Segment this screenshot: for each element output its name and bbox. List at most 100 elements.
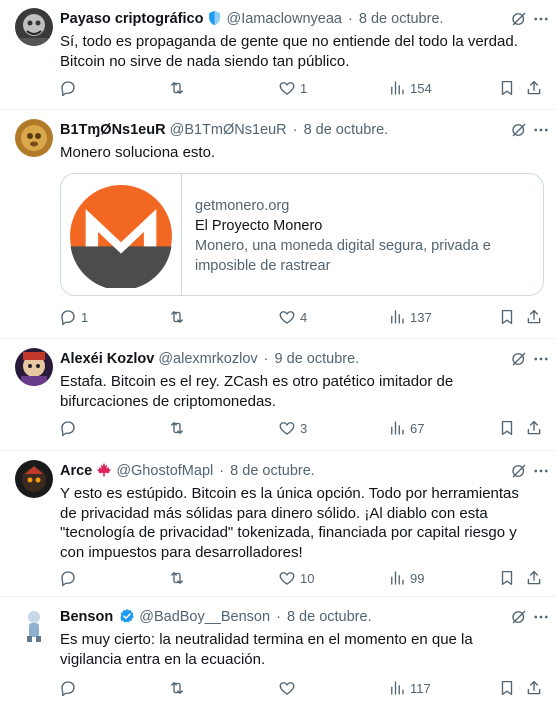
view-count: 99 xyxy=(410,570,425,586)
reply-button[interactable] xyxy=(59,78,81,98)
retweet-button[interactable] xyxy=(168,568,190,588)
like-button[interactable]: 1 xyxy=(278,78,307,98)
reply-count: 1 xyxy=(81,309,89,325)
handle[interactable]: @Iamaclownyeaa xyxy=(227,11,342,27)
maple-leaf-icon xyxy=(96,462,112,479)
more-options-icon[interactable] xyxy=(532,121,550,139)
share-button[interactable] xyxy=(525,678,543,698)
tweet-text: Es muy cierto: la neutralidad termina en… xyxy=(60,631,473,668)
retweet-icon xyxy=(168,308,186,326)
bookmark-icon xyxy=(498,569,516,587)
share-button[interactable] xyxy=(525,418,543,438)
like-button[interactable]: 4 xyxy=(278,307,307,327)
display-name[interactable]: Alexéi Kozlov xyxy=(60,351,154,367)
like-button[interactable]: 10 xyxy=(278,568,314,588)
tweet[interactable]: Benson @BadBoy__Benson · 8 de octubre. E… xyxy=(0,598,556,703)
retweet-button[interactable] xyxy=(168,418,190,438)
reply-button[interactable] xyxy=(59,418,81,438)
views-button[interactable]: 67 xyxy=(388,418,424,438)
share-button[interactable] xyxy=(525,568,543,588)
retweet-icon xyxy=(168,419,186,437)
more-options-icon[interactable] xyxy=(532,350,550,368)
reply-icon xyxy=(59,308,77,326)
share-button[interactable] xyxy=(525,78,543,98)
views-icon xyxy=(388,79,406,97)
separator: · xyxy=(276,609,281,625)
tweet-text: Monero soluciona esto. xyxy=(60,144,216,161)
tweet[interactable]: Payaso criptográfico @Iamaclownyeaa · 8 … xyxy=(0,0,556,110)
avatar[interactable] xyxy=(15,348,53,386)
reply-button[interactable] xyxy=(59,678,81,698)
more-options-icon[interactable] xyxy=(532,10,550,28)
handle[interactable]: @alexmrkozlov xyxy=(158,351,257,367)
timestamp[interactable]: 8 de octubre. xyxy=(304,122,389,138)
tweet-header: Arce @GhostofMapl · 8 de octubre. xyxy=(60,461,544,481)
reply-button[interactable]: 1 xyxy=(59,307,88,327)
bookmark-button[interactable] xyxy=(498,678,516,698)
views-button[interactable]: 137 xyxy=(388,307,432,327)
action-bar: 3 67 xyxy=(52,418,544,438)
retweet-button[interactable] xyxy=(168,78,190,98)
views-icon xyxy=(388,569,406,587)
like-button[interactable]: 3 xyxy=(278,418,307,438)
share-button[interactable] xyxy=(525,307,543,327)
separator: · xyxy=(292,122,298,138)
views-icon xyxy=(388,419,406,437)
like-count: 4 xyxy=(300,309,308,325)
share-icon xyxy=(525,79,543,97)
more-options-icon[interactable] xyxy=(532,462,550,480)
display-name[interactable]: Benson xyxy=(60,609,113,625)
like-count: 1 xyxy=(300,80,308,96)
link-card-description: Monero, una moneda digital segura, priva… xyxy=(195,238,491,274)
tweet-text: Sí, todo es propaganda de gente que no e… xyxy=(60,33,518,70)
tweet[interactable]: B1TɱØNs1euR @B1TmØNs1euR · 8 de octubre.… xyxy=(0,111,556,339)
retweet-button[interactable] xyxy=(168,678,190,698)
grok-icon[interactable] xyxy=(510,608,528,626)
action-bar: 1 154 xyxy=(52,78,544,98)
grok-icon[interactable] xyxy=(510,121,528,139)
handle[interactable]: @BadBoy__Benson xyxy=(139,609,270,625)
avatar[interactable] xyxy=(15,606,53,644)
bookmark-button[interactable] xyxy=(498,568,516,588)
avatar[interactable] xyxy=(15,460,53,498)
handle[interactable]: @GhostofMapl xyxy=(116,463,213,479)
reply-icon xyxy=(59,679,77,697)
link-card[interactable]: getmonero.org El Proyecto Monero Monero,… xyxy=(60,173,544,296)
bookmark-button[interactable] xyxy=(498,307,516,327)
view-count: 154 xyxy=(410,80,432,96)
views-icon xyxy=(388,679,406,697)
timestamp[interactable]: 8 de octubre. xyxy=(230,463,315,479)
shield-badge-icon xyxy=(207,10,222,27)
retweet-button[interactable] xyxy=(168,307,190,327)
views-button[interactable]: 154 xyxy=(388,78,432,98)
action-bar: 1 4 137 xyxy=(52,307,544,327)
grok-icon[interactable] xyxy=(510,10,528,28)
timestamp[interactable]: 9 de octubre. xyxy=(275,351,360,367)
display-name[interactable]: B1TɱØNs1euR xyxy=(60,122,166,138)
views-icon xyxy=(388,308,406,326)
grok-icon[interactable] xyxy=(510,350,528,368)
bookmark-icon xyxy=(498,679,516,697)
heart-icon xyxy=(278,79,296,97)
bookmark-button[interactable] xyxy=(498,78,516,98)
display-name[interactable]: Payaso criptográfico xyxy=(60,11,203,27)
reply-button[interactable] xyxy=(59,568,81,588)
more-options-icon[interactable] xyxy=(532,608,550,626)
views-button[interactable]: 99 xyxy=(388,568,424,588)
like-button[interactable] xyxy=(278,678,300,698)
timestamp[interactable]: 8 de octubre. xyxy=(359,11,444,27)
avatar[interactable] xyxy=(15,119,53,157)
handle[interactable]: @B1TmØNs1euR xyxy=(170,122,287,138)
tweet[interactable]: Arce @GhostofMapl · 8 de octubre. Y esto… xyxy=(0,452,556,597)
display-name[interactable]: Arce xyxy=(60,463,92,479)
monero-logo-icon xyxy=(70,184,172,288)
retweet-icon xyxy=(168,79,186,97)
tweet[interactable]: Alexéi Kozlov @alexmrkozlov · 9 de octub… xyxy=(0,340,556,451)
grok-icon[interactable] xyxy=(510,462,528,480)
view-count: 137 xyxy=(410,309,432,325)
bookmark-button[interactable] xyxy=(498,418,516,438)
avatar[interactable] xyxy=(15,8,53,46)
share-icon xyxy=(525,308,543,326)
timestamp[interactable]: 8 de octubre. xyxy=(287,609,372,625)
views-button[interactable]: 117 xyxy=(388,678,431,698)
